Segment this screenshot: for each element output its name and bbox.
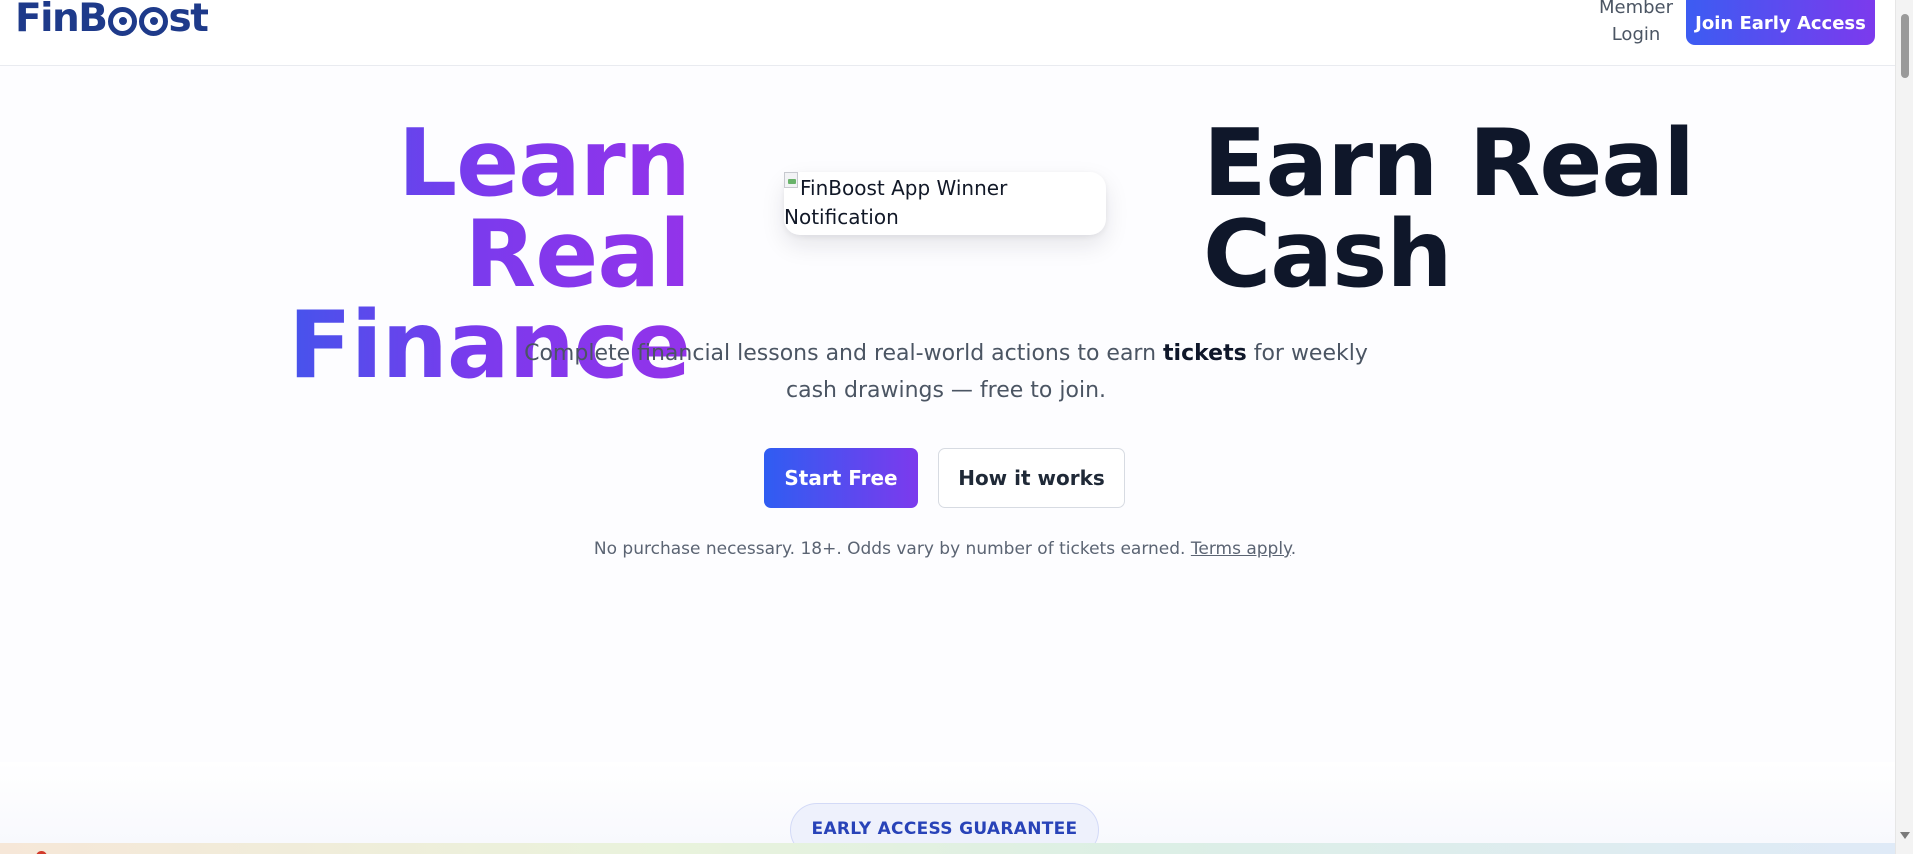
disclaimer-text: No purchase necessary. 18+. Odds vary by… bbox=[593, 539, 1191, 559]
logo-text-right: st bbox=[168, 0, 209, 41]
subtitle-text-before: Complete financial lessons and real-worl… bbox=[524, 341, 1164, 366]
join-early-access-button[interactable]: Join Early Access bbox=[1686, 0, 1875, 45]
winner-notification-image: FinBoost App Winner Notification bbox=[784, 172, 1106, 235]
terms-link[interactable]: Terms apply bbox=[1191, 539, 1291, 559]
logo-coin-icon bbox=[107, 6, 137, 36]
scroll-down-arrow-icon[interactable] bbox=[1900, 832, 1910, 839]
bottom-gradient-strip bbox=[0, 843, 1895, 854]
scrollbar-thumb[interactable] bbox=[1901, 14, 1909, 78]
hero-heading-earn: Earn Real Cash bbox=[1203, 117, 1763, 301]
notification-alt-line2: Notification bbox=[784, 205, 899, 229]
finboost-logo[interactable]: FinB st bbox=[15, 0, 209, 42]
subtitle-tickets: tickets bbox=[1163, 341, 1247, 366]
page-viewport: FinB st Member Login Join Early Access Le… bbox=[0, 0, 1895, 854]
hero-subtitle: Complete financial lessons and real-worl… bbox=[496, 335, 1396, 409]
notification-alt-line1: FinBoost App Winner bbox=[800, 176, 1008, 200]
disclaimer-end: . bbox=[1290, 539, 1297, 559]
top-nav-bar: FinB st Member Login Join Early Access bbox=[0, 0, 1895, 66]
member-login-link[interactable]: Member Login bbox=[1590, 0, 1682, 48]
legal-disclaimer: No purchase necessary. 18+. Odds vary by… bbox=[400, 539, 1490, 559]
start-free-button[interactable]: Start Free bbox=[764, 448, 918, 508]
logo-growth-icon bbox=[138, 6, 168, 36]
hero-earn-line2: Cash bbox=[1203, 200, 1453, 308]
hero-learn-line1: Learn Real bbox=[397, 109, 690, 308]
logo-text-left: FinB bbox=[15, 0, 108, 41]
vertical-scrollbar[interactable] bbox=[1895, 0, 1913, 854]
how-it-works-button[interactable]: How it works bbox=[938, 448, 1125, 508]
notification-alt-text: FinBoost App Winner Notification bbox=[784, 174, 1024, 232]
